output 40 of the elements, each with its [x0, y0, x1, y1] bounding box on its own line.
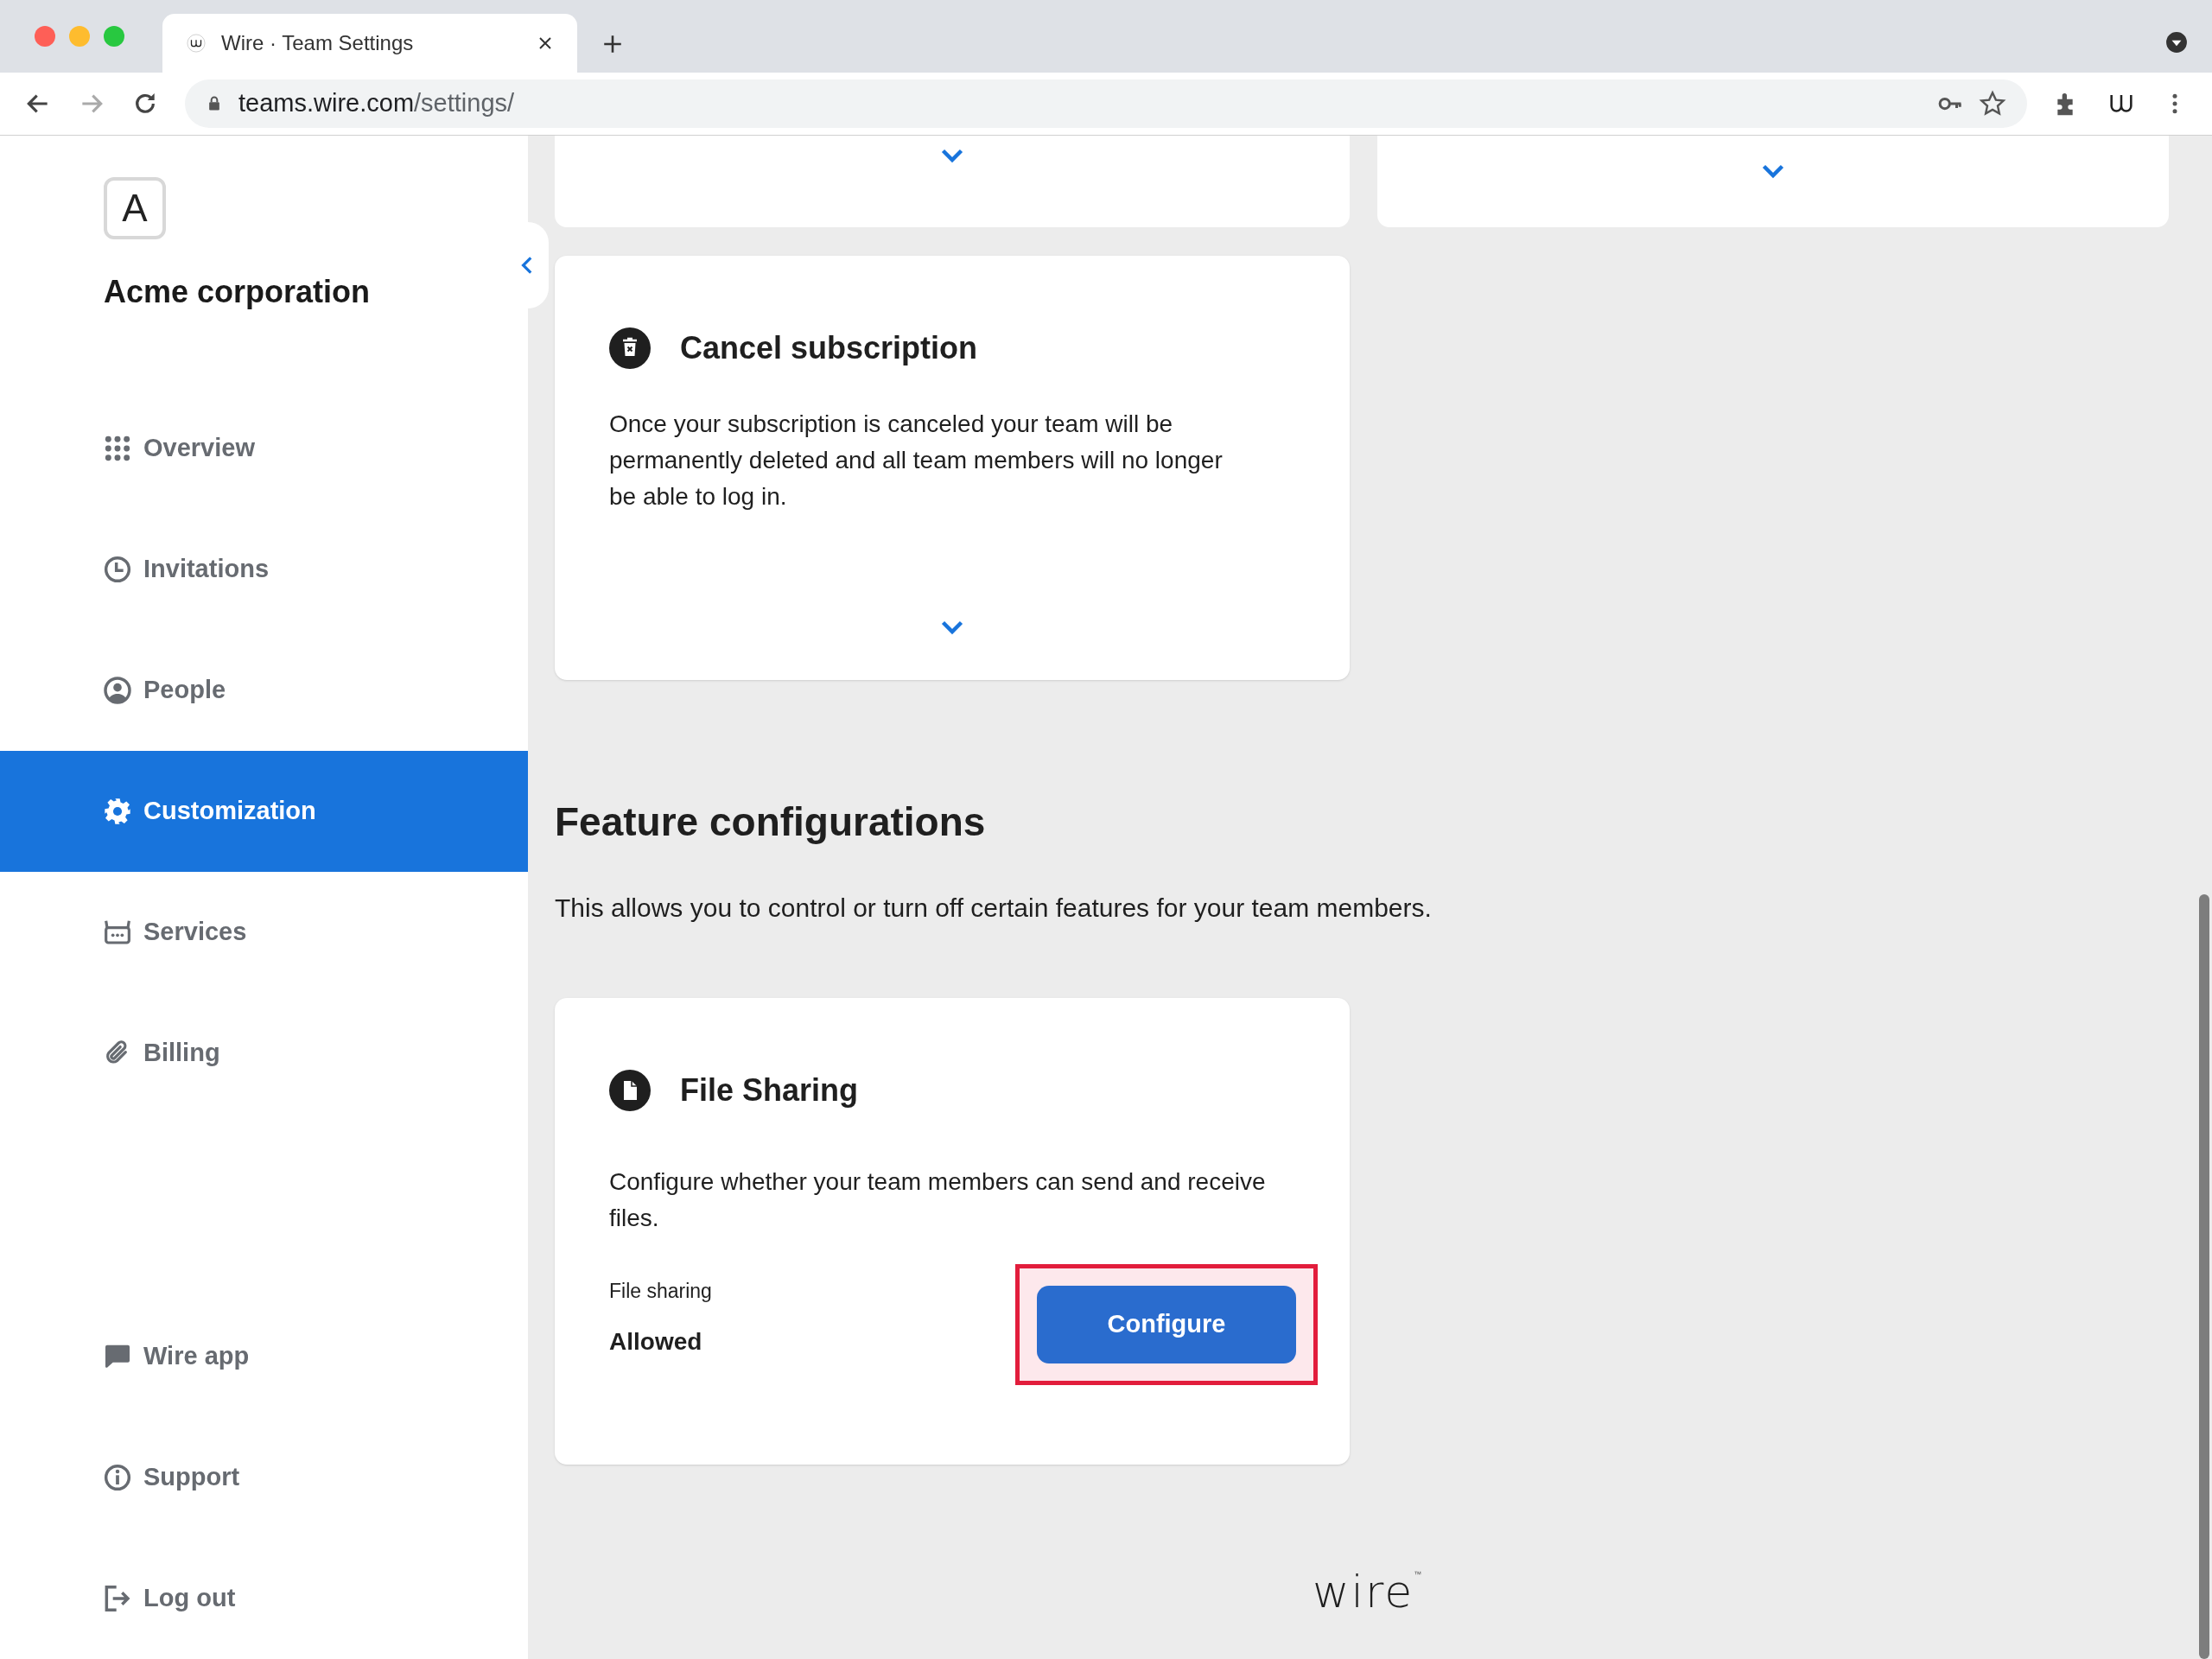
nav-item[interactable]: People — [0, 630, 528, 751]
document-icon — [609, 1070, 651, 1111]
setting-value: Allowed — [609, 1326, 703, 1357]
url-text: teams.wire.com/settings/ — [238, 88, 516, 119]
nav-item[interactable]: Invitations — [0, 509, 528, 630]
nav-item[interactable]: Customization — [0, 751, 528, 872]
favicon-icon — [187, 34, 206, 53]
nav-item[interactable]: Overview — [0, 388, 528, 509]
team-logo: A — [104, 177, 166, 239]
section-description: This allows you to control or turn off certain features for your team members. — [555, 893, 1433, 924]
browser-tab[interactable]: Wire · Team Settings — [162, 14, 577, 73]
scrollbar-thumb[interactable] — [2199, 894, 2209, 1659]
card-title: File Sharing — [680, 1071, 859, 1109]
trash-icon — [609, 327, 651, 369]
setting-label: File sharing — [609, 1279, 712, 1304]
configure-button[interactable]: Configure — [1037, 1286, 1296, 1363]
tab-search-icon[interactable] — [2165, 31, 2188, 54]
nav-item[interactable]: Support — [0, 1417, 528, 1538]
card-description: Configure whether your team members can send and receive files. — [609, 1167, 1267, 1233]
nav-item[interactable]: Services — [0, 872, 528, 993]
clock-icon — [104, 556, 131, 583]
card-title: Cancel subscription — [680, 329, 978, 367]
chat-bubble-icon — [104, 1343, 131, 1370]
nav-item[interactable]: Billing — [0, 993, 528, 1114]
person-icon — [104, 677, 131, 704]
gear-icon — [104, 798, 131, 825]
card-description: Once your subscription is canceled your team will be permanently deleted and all team members will no longer be able to log in. — [609, 410, 1224, 512]
close-icon[interactable] — [537, 35, 553, 51]
section-heading: Feature configurations — [555, 798, 987, 846]
address-bar[interactable]: teams.wire.com/settings/ — [185, 79, 2027, 128]
nav-item[interactable]: Wire app — [0, 1296, 528, 1417]
grid-icon — [104, 435, 131, 462]
team-name: Acme corporation — [104, 273, 371, 311]
logout-icon — [104, 1585, 131, 1612]
new-tab-icon[interactable] — [601, 33, 624, 55]
robot-icon — [104, 918, 131, 946]
info-icon — [104, 1464, 131, 1491]
wire-logo: wire™ — [1313, 1569, 1422, 1614]
nav-item[interactable]: Log out — [0, 1538, 528, 1659]
star-icon[interactable] — [1979, 90, 2006, 118]
